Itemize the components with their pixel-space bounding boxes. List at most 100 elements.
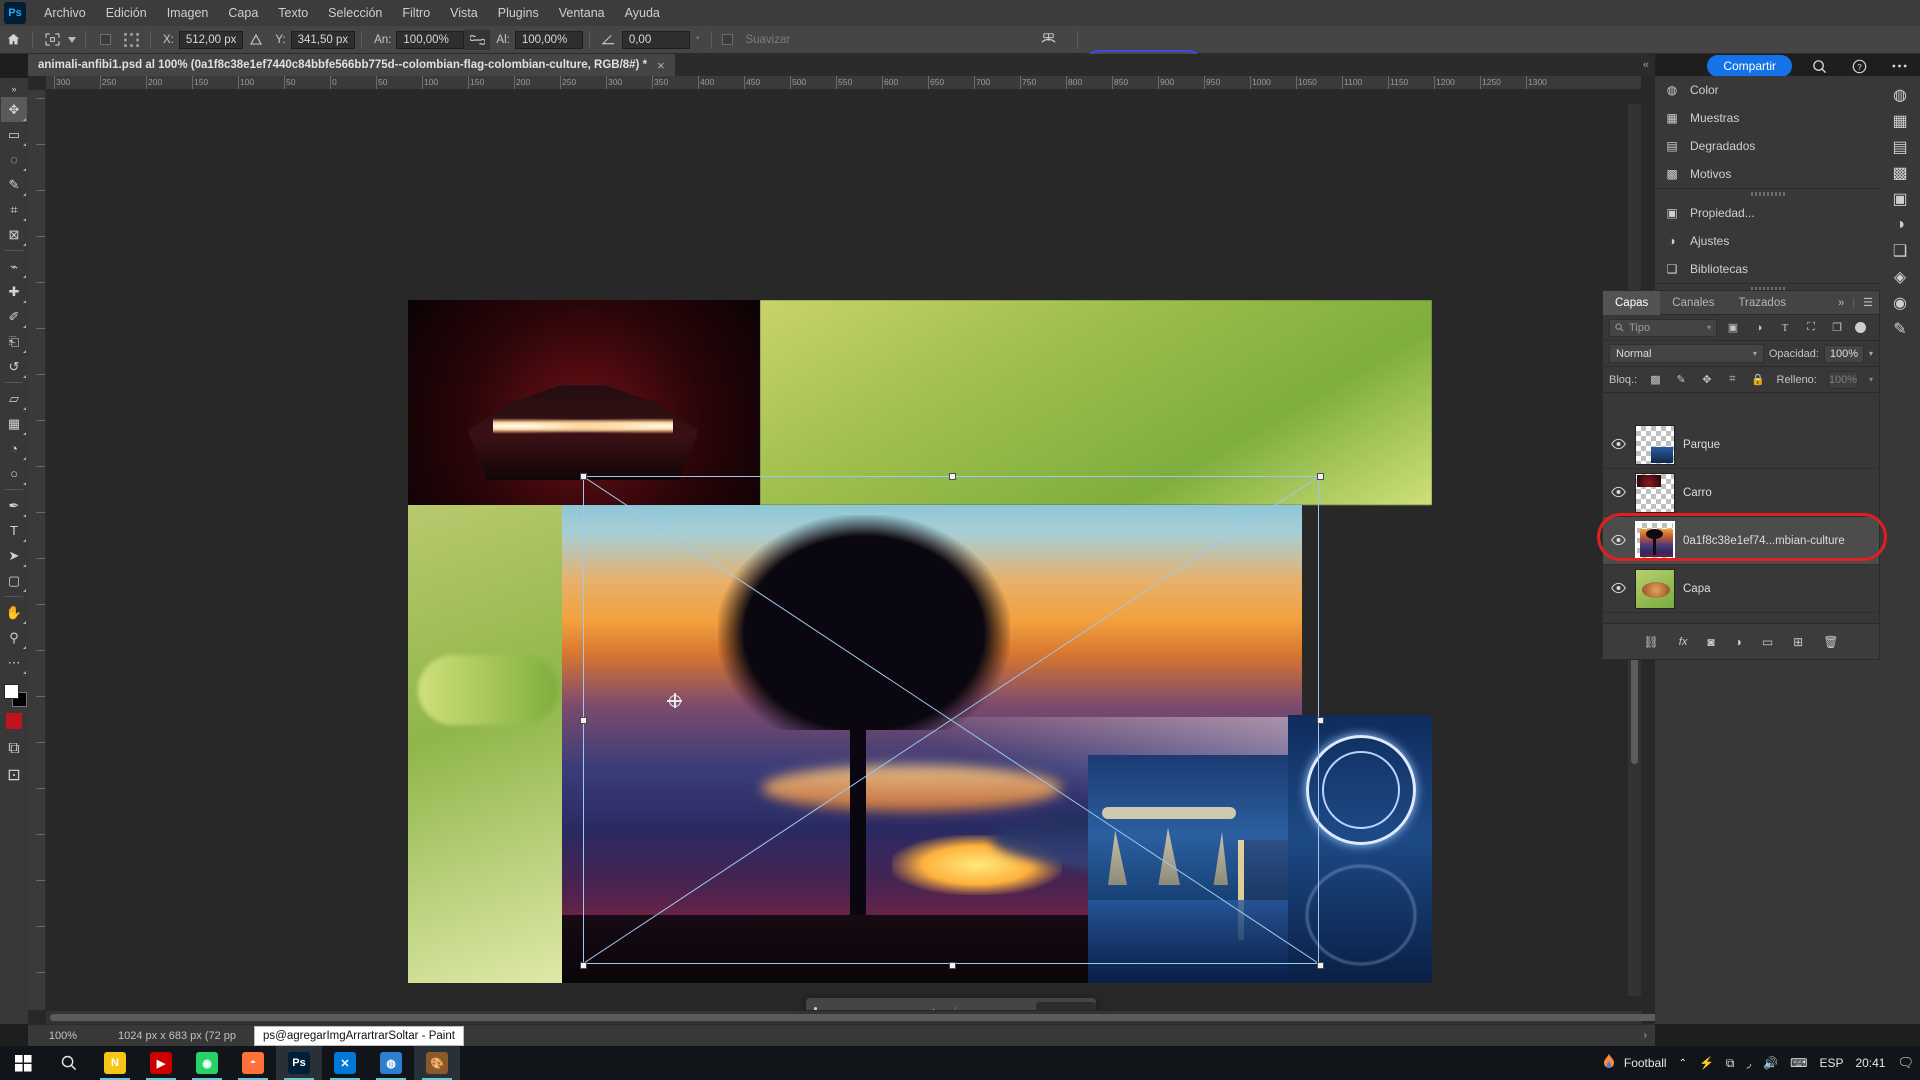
hand-tool-icon[interactable]: ✋ [1,600,27,625]
lock-artboard-icon[interactable]: ⌗ [1725,371,1740,389]
quick-mask-icon[interactable] [6,713,22,729]
angle-input[interactable]: 0,00 [621,30,690,49]
menu-item-seleccin[interactable]: Selección [318,2,392,24]
lock-transparency-icon[interactable]: ▩ [1648,371,1663,389]
auto-select-checkbox[interactable] [92,29,118,51]
zoom-level[interactable]: 100% [28,1030,98,1042]
menu-item-imagen[interactable]: Imagen [157,2,219,24]
dodge-tool-icon[interactable]: ○ [1,461,27,486]
panel-drag-handle[interactable] [1655,189,1880,199]
delta-icon[interactable] [243,29,269,51]
transform-handle-mr[interactable] [1317,717,1324,724]
layer-thumbnail[interactable] [1635,568,1675,609]
link-layers-icon[interactable]: ⛓ [1644,635,1659,649]
wifi-icon[interactable]: ◞ [1747,1056,1752,1070]
transform-handle-bc[interactable] [949,962,956,969]
taskbar-youtube-app[interactable]: ▶ [138,1046,184,1080]
gradient-tool-icon[interactable]: ▦ [1,411,27,436]
layer-filter-select[interactable]: Tipo ▾ [1609,318,1717,337]
taskbar-vscode-app[interactable]: ✕ [322,1046,368,1080]
search-icon[interactable] [1806,55,1832,77]
tab-capas[interactable]: Capas [1603,290,1661,315]
menu-item-plugins[interactable]: Plugins [488,2,549,24]
home-icon[interactable] [0,29,26,51]
opacity-input[interactable]: 100% [1823,344,1864,363]
pixel-filter-icon[interactable]: ▣ [1723,319,1743,337]
panel-menu-icon[interactable]: ☰ [1863,296,1873,309]
transform-handle-tl[interactable] [580,473,587,480]
taskbar-photoshop-app[interactable]: Ps [276,1046,322,1080]
flip-vertical-icon[interactable] [918,1002,949,1010]
chevron-right-icon[interactable]: › [1644,1030,1647,1041]
rectangle-tool-icon[interactable]: ▢ [1,568,27,593]
layer-thumbnail[interactable] [1635,424,1675,465]
panel-row-muestras[interactable]: ▦ Muestras [1655,104,1880,132]
color-panel-icon[interactable]: ◍ [1886,82,1914,108]
lock-all-icon[interactable]: 🔒 [1751,371,1766,389]
shape-filter-icon[interactable]: ⛶ [1801,319,1821,337]
quick-selection-tool-icon[interactable]: ✎ [1,172,27,197]
lock-image-icon[interactable]: ✎ [1674,371,1689,389]
chevron-down-icon[interactable]: ▾ [1707,323,1711,332]
taskbar-notes-app[interactable]: N [92,1046,138,1080]
type-tool-icon[interactable]: T [1,518,27,543]
tab-canales[interactable]: Canales [1660,291,1726,315]
layer-thumbnail[interactable] [1635,520,1675,561]
clock[interactable]: 20:41 [1855,1056,1885,1070]
gradients-panel-icon[interactable]: ▤ [1886,134,1914,160]
panel-row-color[interactable]: ◍ Color [1655,76,1880,104]
move-tool-icon[interactable]: ✥ [1,97,27,122]
delete-layer-icon[interactable]: 🗑 [1823,635,1838,649]
clone-stamp-tool-icon[interactable]: ⎗ [1,329,27,354]
transform-handle-tr[interactable] [1317,473,1324,480]
help-icon[interactable]: ? [1846,55,1872,77]
more-icon[interactable] [1886,55,1912,77]
smooth-checkbox[interactable] [722,34,734,45]
share-button[interactable]: Compartir [1707,55,1792,77]
screen-mode-icon[interactable]: ⧉ [1,736,27,761]
language-indicator[interactable]: ESP [1819,1056,1843,1070]
panel-row-bibliotecas[interactable]: ❑ Bibliotecas [1655,255,1880,283]
close-icon[interactable]: × [657,58,665,73]
lock-position-icon[interactable]: ✥ [1699,371,1714,389]
smooth-checkbox-row[interactable]: Suavizar [718,34,795,46]
channels-panel-icon[interactable]: ◉ [1886,290,1914,316]
canvas-horizontal-scrollbar[interactable] [46,1011,1730,1024]
blur-tool-icon[interactable]: ◔ [1,436,27,461]
flip-horizontal-icon[interactable] [888,1002,919,1010]
toolbar-expand-icon[interactable]: » [1,82,27,96]
filter-toggle-icon[interactable] [1855,322,1866,333]
menu-item-edicin[interactable]: Edición [96,2,157,24]
collapse-icon[interactable]: « [1643,59,1649,71]
menu-item-ventana[interactable]: Ventana [549,2,615,24]
battery-plug-icon[interactable]: ⚡ [1699,1056,1714,1070]
transform-handle-tc[interactable] [949,473,956,480]
tool-preset-dropdown[interactable] [65,29,79,51]
brush-tool-icon[interactable]: ✐ [1,304,27,329]
menu-item-filtro[interactable]: Filtro [392,2,440,24]
layers-panel-icon[interactable]: ◈ [1886,264,1914,290]
opacity-stepper-icon[interactable]: ▾ [1869,349,1873,358]
layer-row[interactable]: 0a1f8c38e1ef74...mbian-culture [1603,517,1879,565]
marquee-tool-icon[interactable]: ▭ [1,122,27,147]
blend-mode-select[interactable]: Normal ▾ [1609,344,1764,363]
chevron-double-right-icon[interactable]: » [1838,297,1844,309]
color-swatches[interactable] [1,682,27,708]
tab-trazados[interactable]: Trazados [1726,291,1798,315]
zoom-tool-icon[interactable]: ⚲ [1,625,27,650]
layer-mask-icon[interactable]: ◙ [1707,635,1714,649]
chevron-down-icon[interactable]: ▾ [1753,349,1757,358]
paths-panel-icon[interactable]: ✎ [1886,316,1914,342]
adjustments-panel-icon[interactable]: ◑ [1886,212,1914,238]
display-share-icon[interactable]: ⧉ [1726,1056,1735,1071]
fill-stepper-icon[interactable]: ▾ [1869,375,1873,384]
fill-input[interactable]: 100% [1827,370,1858,389]
panel-row-degradados[interactable]: ▤ Degradados [1655,132,1880,160]
foreground-color-swatch[interactable] [4,684,19,699]
pen-tool-icon[interactable]: ✒ [1,493,27,518]
scroll-thumb[interactable] [50,1014,1730,1021]
eyedropper-tool-icon[interactable]: ⌁ [1,254,27,279]
rotate-ccw-icon[interactable] [827,1002,858,1010]
y-input[interactable]: 341,50 px [290,30,356,49]
menu-item-archivo[interactable]: Archivo [34,2,96,24]
